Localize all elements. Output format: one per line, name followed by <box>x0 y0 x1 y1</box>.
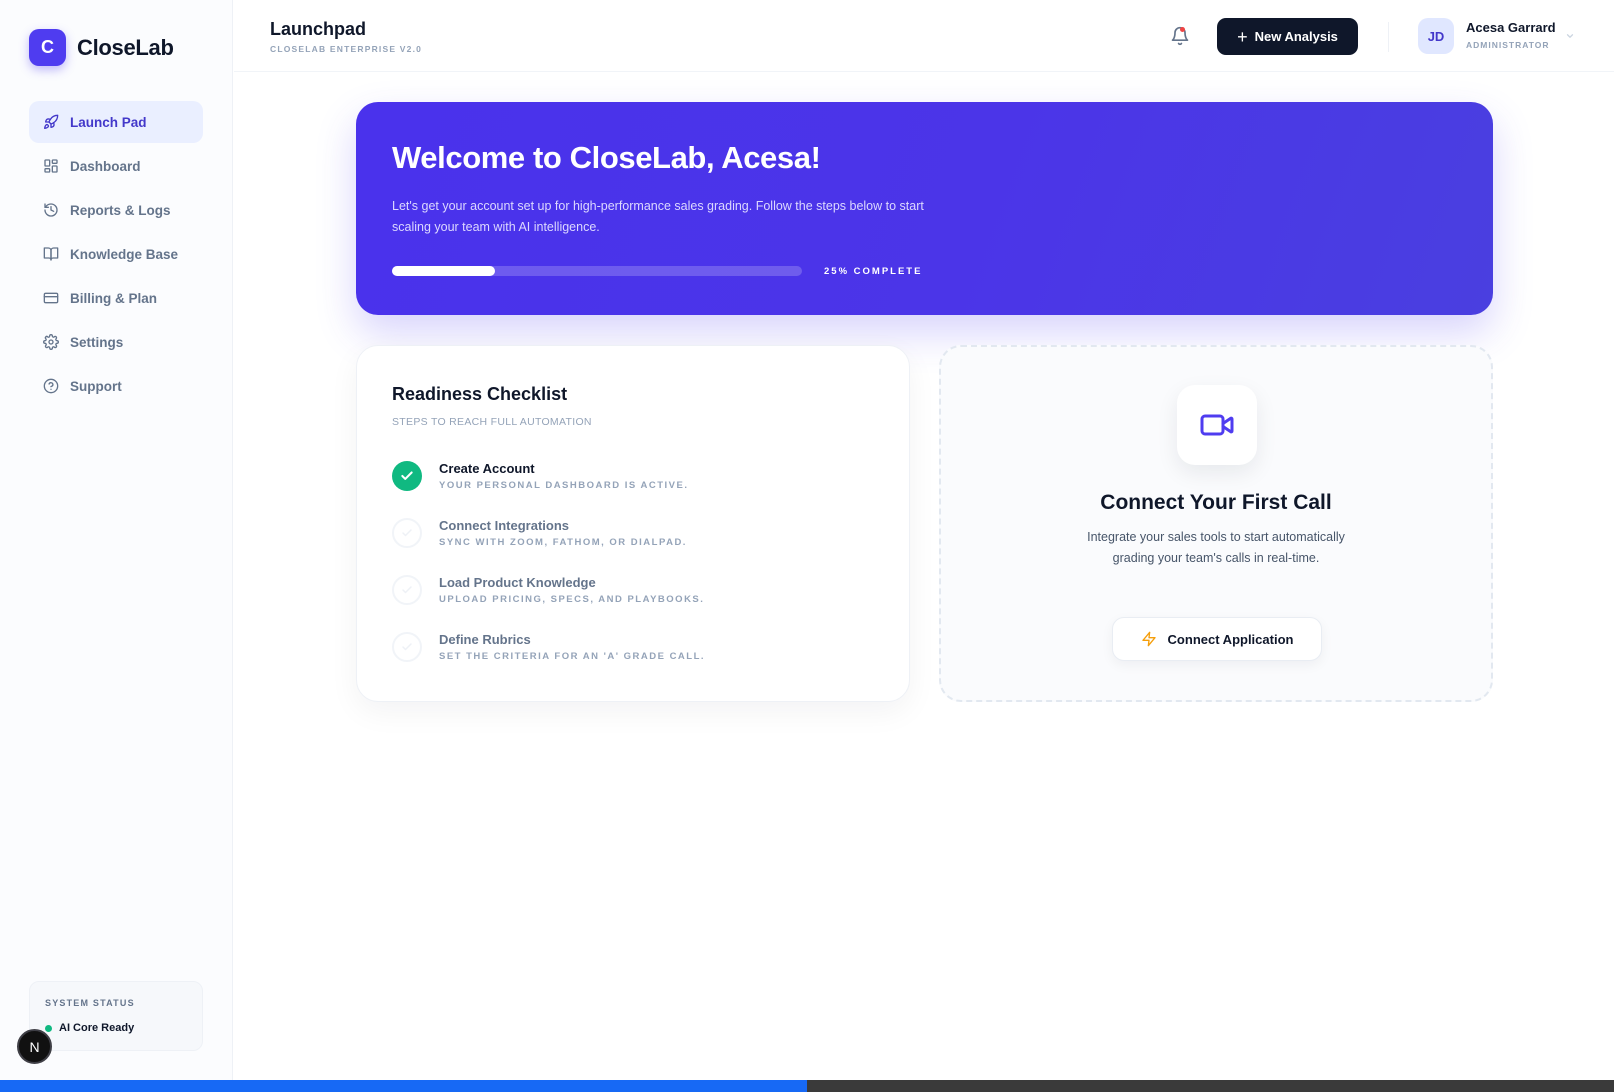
chevron-down-icon[interactable] <box>1565 31 1575 41</box>
bottom-loading-bar-fill <box>0 1080 807 1092</box>
brand[interactable]: C CloseLab <box>29 29 174 66</box>
plus-icon: + <box>1237 26 1248 47</box>
system-status-title: SYSTEM STATUS <box>45 998 135 1008</box>
checklist-subtitle: STEPS TO REACH FULL AUTOMATION <box>392 416 592 428</box>
avatar[interactable]: JD <box>1418 18 1454 54</box>
new-analysis-label: New Analysis <box>1254 29 1338 44</box>
status-dot <box>45 1024 52 1032</box>
connect-description: Integrate your sales tools to start auto… <box>1087 530 1345 565</box>
progress-fill <box>392 266 495 276</box>
bottom-loading-bar <box>0 1080 1614 1092</box>
sidebar-item-label: Reports & Logs <box>70 202 171 218</box>
welcome-title: Welcome to CloseLab, Acesa! <box>392 140 821 175</box>
next-dev-badge[interactable]: N <box>17 1029 52 1064</box>
sidebar-item-billing-plan[interactable]: Billing & Plan <box>29 277 203 319</box>
video-camera-icon <box>1200 414 1234 436</box>
check-circle-outline-icon <box>392 518 422 548</box>
step-label: Load Product Knowledge <box>439 575 596 590</box>
top-header: Launchpad CLOSELAB ENTERPRISE V2.0 + New… <box>234 0 1614 72</box>
credit-card-icon <box>43 292 59 304</box>
sidebar-item-label: Billing & Plan <box>70 290 158 306</box>
progress-label: 25% COMPLETE <box>824 266 923 277</box>
sidebar: C CloseLab Launch Pad Dashboard Reports … <box>0 0 233 1080</box>
checklist-step-load-product-knowledge[interactable]: Load Product Knowledge UPLOAD PRICING, S… <box>392 575 872 615</box>
step-label: Connect Integrations <box>439 518 570 533</box>
system-status-text: AI Core Ready <box>59 1022 135 1034</box>
checklist-step-connect-integrations[interactable]: Connect Integrations SYNC WITH ZOOM, FAT… <box>392 518 872 558</box>
lightning-icon <box>1141 631 1156 647</box>
check-circle-outline-icon <box>392 632 422 662</box>
sidebar-item-label: Settings <box>70 334 124 350</box>
history-icon <box>44 203 58 217</box>
sidebar-nav: Launch Pad Dashboard Reports & Logs Know… <box>29 101 203 409</box>
gear-icon <box>43 334 59 350</box>
connect-title: Connect Your First Call <box>1100 491 1332 514</box>
help-circle-icon <box>43 378 59 394</box>
sidebar-item-label: Dashboard <box>70 158 141 174</box>
sidebar-item-label: Launch Pad <box>70 114 147 130</box>
sidebar-item-settings[interactable]: Settings <box>29 321 203 363</box>
notification-dot <box>1180 27 1185 32</box>
checklist-title: Readiness Checklist <box>392 384 568 404</box>
sidebar-item-launch-pad[interactable]: Launch Pad <box>29 101 203 143</box>
grid-icon <box>44 159 58 173</box>
page-subtitle: CLOSELAB ENTERPRISE V2.0 <box>270 44 423 54</box>
check-circle-icon <box>392 461 422 491</box>
readiness-checklist-card: Readiness Checklist STEPS TO REACH FULL … <box>356 345 910 702</box>
step-description: SET THE CRITERIA FOR AN 'A' GRADE CALL. <box>439 651 706 662</box>
sidebar-item-support[interactable]: Support <box>29 365 203 407</box>
book-icon <box>43 247 59 261</box>
sidebar-item-knowledge-base[interactable]: Knowledge Base <box>29 233 203 275</box>
page-title: Launchpad <box>270 19 367 39</box>
step-description: YOUR PERSONAL DASHBOARD IS ACTIVE. <box>439 480 689 491</box>
user-role: ADMINISTRATOR <box>1466 40 1550 50</box>
rocket-icon <box>44 114 59 129</box>
new-analysis-button[interactable]: + New Analysis <box>1217 18 1358 55</box>
checklist-step-define-rubrics[interactable]: Define Rubrics SET THE CRITERIA FOR AN '… <box>392 632 872 672</box>
header-divider <box>1388 22 1389 52</box>
connect-application-label: Connect Application <box>1167 631 1294 647</box>
sidebar-item-dashboard[interactable]: Dashboard <box>29 145 203 187</box>
step-description: UPLOAD PRICING, SPECS, AND PLAYBOOKS. <box>439 594 705 605</box>
step-description: SYNC WITH ZOOM, FATHOM, OR DIALPAD. <box>439 537 687 548</box>
checklist-step-create-account[interactable]: Create Account YOUR PERSONAL DASHBOARD I… <box>392 461 872 501</box>
sidebar-item-label: Support <box>70 378 122 394</box>
step-label: Define Rubrics <box>439 632 531 647</box>
brand-name: CloseLab <box>77 34 174 60</box>
connect-first-call-card: Connect Your First Call Integrate your s… <box>939 345 1493 702</box>
connect-application-button[interactable]: Connect Application <box>1112 617 1322 661</box>
onboarding-progress-bar <box>392 266 802 276</box>
welcome-description: Let's get your account set up for high-p… <box>392 199 924 234</box>
sidebar-item-label: Knowledge Base <box>70 246 179 262</box>
user-name[interactable]: Acesa Garrard <box>1466 20 1556 35</box>
welcome-banner: Welcome to CloseLab, Acesa! Let's get yo… <box>356 102 1493 315</box>
check-circle-outline-icon <box>392 575 422 605</box>
step-label: Create Account <box>439 461 535 476</box>
brand-logo: C <box>29 29 66 66</box>
sidebar-item-reports-logs[interactable]: Reports & Logs <box>29 189 203 231</box>
video-camera-tile <box>1177 385 1257 465</box>
system-status-line: AI Core Ready <box>45 1022 134 1034</box>
system-status-panel: SYSTEM STATUS AI Core Ready <box>29 981 203 1051</box>
